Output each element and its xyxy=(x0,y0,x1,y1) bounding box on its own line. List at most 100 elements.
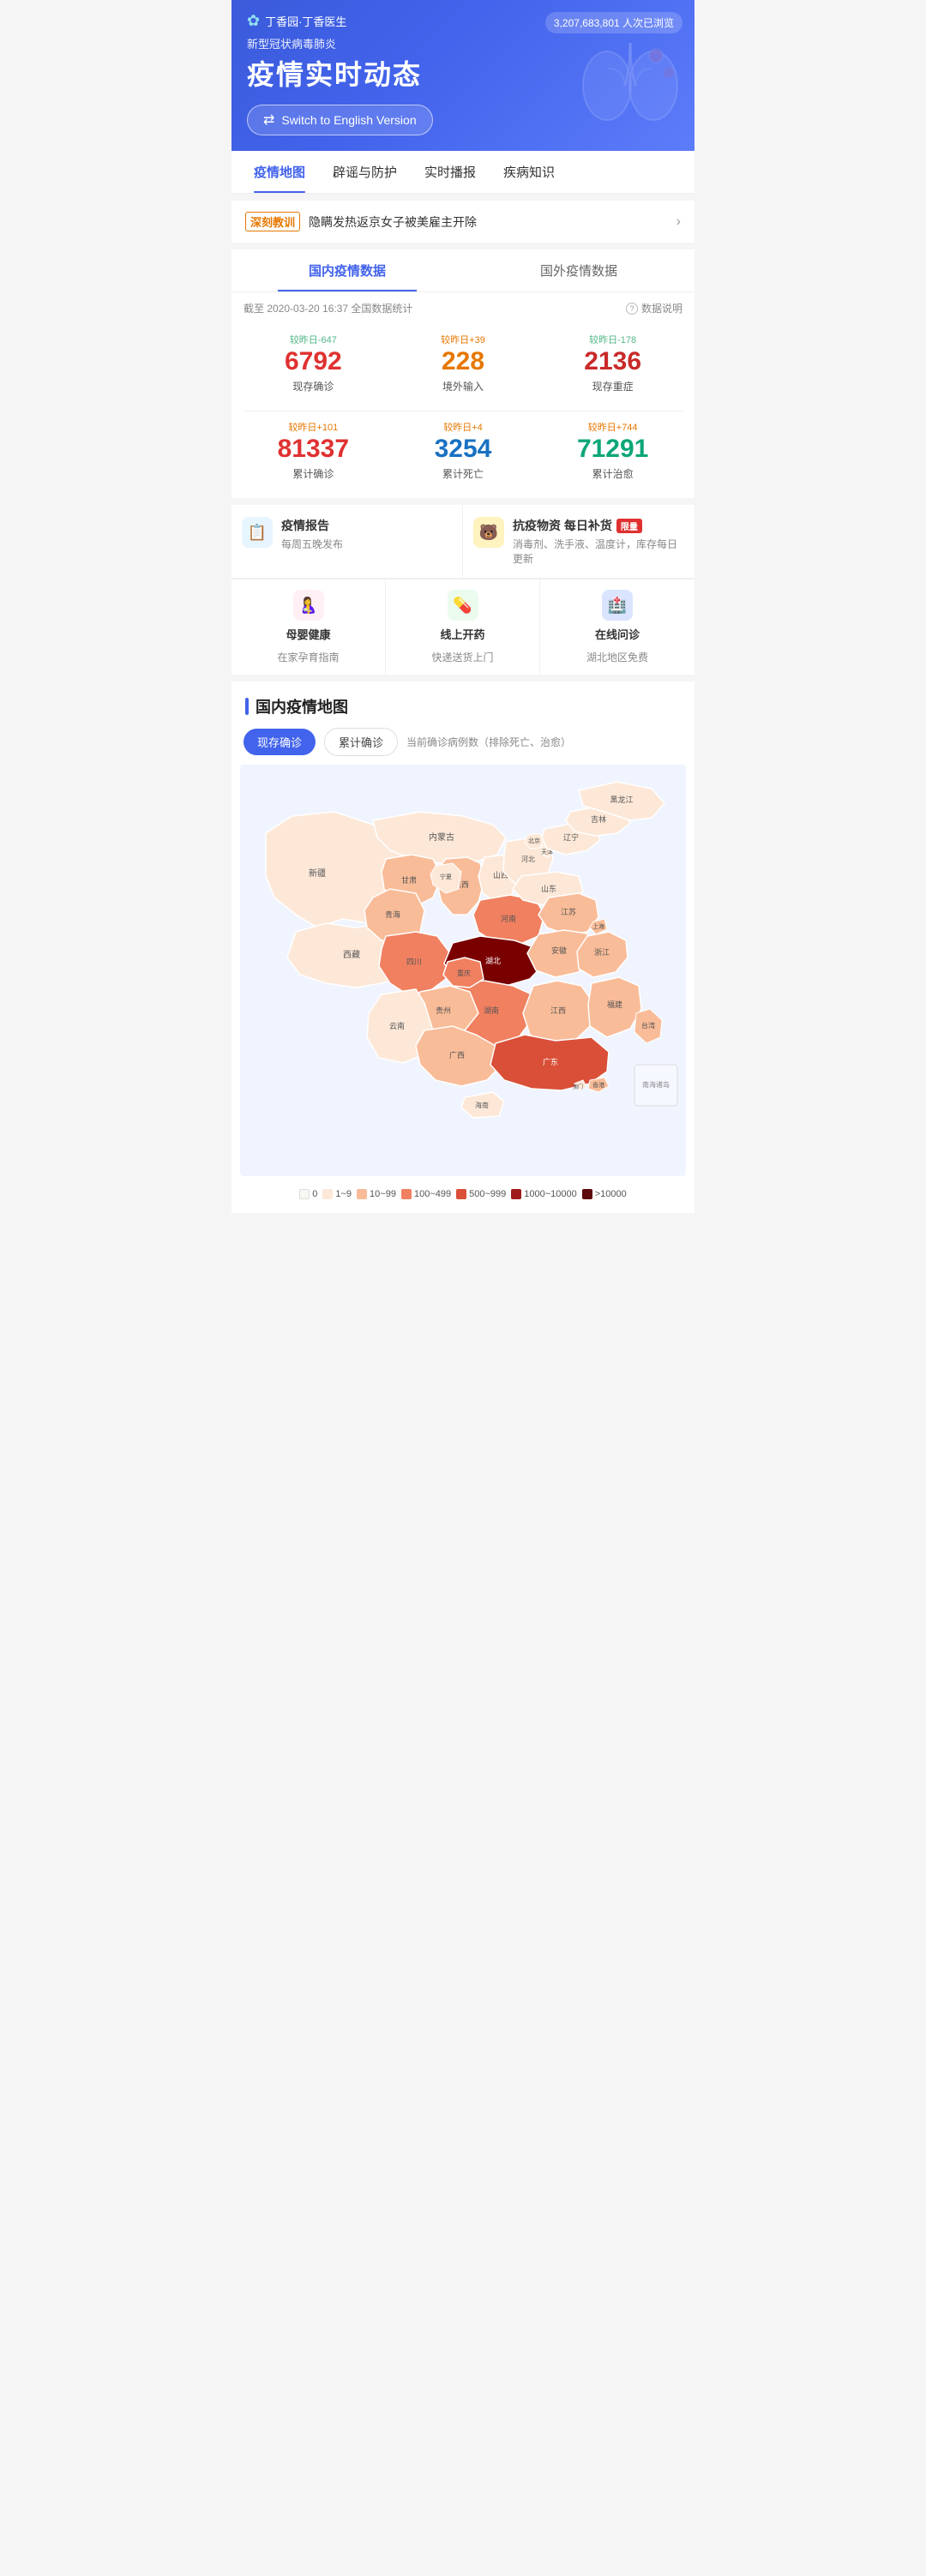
tab-overseas-data[interactable]: 国外疫情数据 xyxy=(463,249,694,291)
service-pharmacy-title: 线上开药 xyxy=(440,626,484,642)
filter-description: 当前确诊病例数（排除死亡、治愈） xyxy=(406,735,571,749)
legend-color-3 xyxy=(401,1189,412,1199)
service-report-desc: 每周五晚发布 xyxy=(281,537,452,551)
svg-text:北京: 北京 xyxy=(528,837,540,844)
stat-total-confirmed: 较昨日+101 81337 累计确诊 xyxy=(238,411,388,489)
service-report[interactable]: 📋 疫情报告 每周五晚发布 xyxy=(232,505,463,578)
map-legend: 0 1~9 10~99 100~499 500~999 1000~10000 >… xyxy=(232,1179,694,1199)
svg-text:广东: 广东 xyxy=(543,1057,558,1066)
svg-text:四川: 四川 xyxy=(406,958,422,966)
legend-1: 1~9 xyxy=(322,1189,352,1199)
data-tabs: 国内疫情数据 国外疫情数据 xyxy=(232,249,694,292)
legend-color-6 xyxy=(582,1189,592,1199)
legend-0: 0 xyxy=(299,1189,317,1199)
svg-text:安徽: 安徽 xyxy=(551,946,567,955)
stat-total-deaths: 较昨日+4 3254 累计死亡 xyxy=(388,411,538,489)
stat-total-recovered: 较昨日+744 71291 累计治愈 xyxy=(538,411,688,489)
tab-domestic-data[interactable]: 国内疫情数据 xyxy=(232,249,463,291)
filter-cumulative-btn[interactable]: 累计确诊 xyxy=(324,728,398,756)
china-map-svg: 新疆 西藏 内蒙古 甘肃 青海 四川 陕西 山西 河北 xyxy=(240,765,686,1176)
legend-6: >10000 xyxy=(582,1189,627,1199)
nav-tabs: 疫情地图 辟谣与防护 实时播报 疾病知识 xyxy=(232,151,694,194)
timestamp-text: 截至 2020-03-20 16:37 全国数据统计 xyxy=(244,301,412,315)
data-note[interactable]: ? 数据说明 xyxy=(626,301,682,315)
svg-text:广西: 广西 xyxy=(449,1050,465,1060)
service-supplies[interactable]: 🐻 抗疫物资 每日补货 限量 消毒剂、洗手液、温度计，库存每日更新 xyxy=(463,505,694,578)
stat-value-5: 71291 xyxy=(544,436,681,462)
map-filter: 现存确诊 累计确诊 当前确诊病例数（排除死亡、治愈） xyxy=(232,728,694,765)
news-tag: 深刻教训 xyxy=(245,212,300,231)
switch-language-button[interactable]: ⇄ Switch to English Version xyxy=(247,105,433,135)
service-consult-desc: 湖北地区免费 xyxy=(586,650,648,664)
svg-text:青海: 青海 xyxy=(385,910,400,919)
services-section: 📋 疫情报告 每周五晚发布 🐻 抗疫物资 每日补货 限量 消毒剂、洗手液、温度计… xyxy=(232,505,694,675)
tab-rumors[interactable]: 辟谣与防护 xyxy=(319,151,411,193)
svg-text:吉林: 吉林 xyxy=(591,814,606,824)
news-arrow-icon: › xyxy=(676,214,681,230)
legend-color-0 xyxy=(299,1189,310,1199)
svg-text:浙江: 浙江 xyxy=(594,947,610,957)
news-banner[interactable]: 深刻教训 隐瞒发热返京女子被美雇主开除 › xyxy=(232,201,694,243)
tab-disease-knowledge[interactable]: 疾病知识 xyxy=(490,151,568,193)
stat-label-0: 现存确诊 xyxy=(245,379,382,393)
services-row1: 📋 疫情报告 每周五晚发布 🐻 抗疫物资 每日补货 限量 消毒剂、洗手液、温度计… xyxy=(232,505,694,579)
map-section: 国内疫情地图 现存确诊 累计确诊 当前确诊病例数（排除死亡、治愈） 新疆 西藏 … xyxy=(232,682,694,1213)
switch-icon: ⇄ xyxy=(263,111,274,129)
tab-epidemic-map[interactable]: 疫情地图 xyxy=(240,151,319,193)
service-pharmacy[interactable]: 💊 线上开药 快递送货上门 xyxy=(386,579,540,675)
service-supplies-desc: 消毒剂、洗手液、温度计，库存每日更新 xyxy=(513,537,684,566)
stat-change-4: 较昨日+4 xyxy=(395,420,532,434)
stat-label-5: 累计治愈 xyxy=(544,466,681,481)
svg-text:河北: 河北 xyxy=(521,855,535,863)
legend-4: 500~999 xyxy=(456,1189,506,1199)
service-maternal[interactable]: 🤱 母婴健康 在家孕育指南 xyxy=(232,579,386,675)
header: ✿ 丁香园·丁香医生 3,207,683,801 人次已浏览 新型冠状病毒肺炎 … xyxy=(232,0,694,151)
svg-text:贵州: 贵州 xyxy=(436,1006,451,1015)
stat-change-2: 较昨日-178 xyxy=(544,333,681,346)
logo-text: 丁香园·丁香医生 xyxy=(265,13,346,29)
logo-icon: ✿ xyxy=(247,12,260,30)
svg-text:黑龙江: 黑龙江 xyxy=(610,795,633,804)
legend-color-2 xyxy=(357,1189,367,1199)
svg-text:山东: 山东 xyxy=(541,884,556,893)
svg-text:辽宁: 辽宁 xyxy=(563,832,579,842)
svg-text:内蒙古: 内蒙古 xyxy=(429,832,454,843)
stats-grid-2: 较昨日+101 81337 累计确诊 较昨日+4 3254 累计死亡 较昨日+7… xyxy=(232,411,694,498)
stat-change-3: 较昨日+101 xyxy=(245,420,382,434)
service-pharmacy-desc: 快递送货上门 xyxy=(431,650,493,664)
svg-text:西藏: 西藏 xyxy=(343,950,360,960)
map-title-bar xyxy=(245,698,249,715)
legend-3: 100~499 xyxy=(401,1189,451,1199)
news-text: 隐瞒发热返京女子被美雇主开除 xyxy=(309,213,668,231)
svg-text:福建: 福建 xyxy=(607,1000,622,1009)
lung-decoration xyxy=(574,26,686,147)
tab-live-report[interactable]: 实时播报 xyxy=(411,151,490,193)
stat-change-1: 较昨日+39 xyxy=(395,333,532,346)
service-consult-title: 在线问诊 xyxy=(595,626,640,642)
service-maternal-desc: 在家孕育指南 xyxy=(277,650,339,664)
stat-label-1: 境外输入 xyxy=(395,379,532,393)
filter-current-btn[interactable]: 现存确诊 xyxy=(244,729,316,755)
svg-text:海南: 海南 xyxy=(475,1101,489,1109)
stat-overseas-import: 较昨日+39 228 境外输入 xyxy=(388,324,538,402)
service-report-icon: 📋 xyxy=(242,517,273,548)
switch-btn-label: Switch to English Version xyxy=(281,113,416,127)
svg-text:台湾: 台湾 xyxy=(641,1021,655,1030)
service-supplies-content: 抗疫物资 每日补货 限量 消毒剂、洗手液、温度计，库存每日更新 xyxy=(513,517,684,566)
svg-text:南海诸岛: 南海诸岛 xyxy=(642,1080,670,1089)
service-badge: 限量 xyxy=(616,519,642,533)
svg-text:上海: 上海 xyxy=(592,922,604,930)
map-title: 国内疫情地图 xyxy=(256,695,348,718)
service-report-title: 疫情报告 xyxy=(281,517,452,534)
stat-value-4: 3254 xyxy=(395,436,532,462)
svg-text:江西: 江西 xyxy=(550,1006,566,1015)
stat-label-2: 现存重症 xyxy=(544,379,681,393)
data-timestamp-row: 截至 2020-03-20 16:37 全国数据统计 ? 数据说明 xyxy=(232,292,694,324)
service-consult[interactable]: 🏥 在线问诊 湖北地区免费 xyxy=(540,579,694,675)
svg-text:江苏: 江苏 xyxy=(561,907,576,916)
svg-text:重庆: 重庆 xyxy=(457,969,471,977)
services-row2: 🤱 母婴健康 在家孕育指南 💊 线上开药 快递送货上门 🏥 在线问诊 湖北地区免… xyxy=(232,579,694,675)
svg-text:湖南: 湖南 xyxy=(484,1006,499,1015)
stat-severe-cases: 较昨日-178 2136 现存重症 xyxy=(538,324,688,402)
stat-change-0: 较昨日-647 xyxy=(245,333,382,346)
